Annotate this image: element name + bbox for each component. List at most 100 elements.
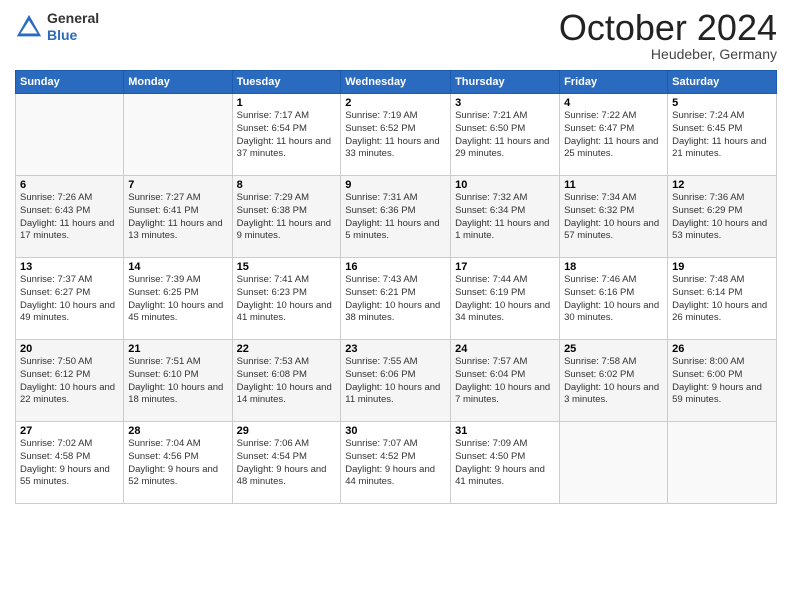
day-info: Sunrise: 7:53 AMSunset: 6:08 PMDaylight:… (237, 356, 337, 407)
day-info: Sunrise: 7:24 AMSunset: 6:45 PMDaylight:… (672, 110, 772, 161)
day-cell: 19Sunrise: 7:48 AMSunset: 6:14 PMDayligh… (668, 258, 777, 340)
logo-icon (15, 13, 43, 41)
day-number: 24 (455, 343, 555, 355)
logo-text: General Blue (47, 10, 99, 44)
day-cell: 16Sunrise: 7:43 AMSunset: 6:21 PMDayligh… (341, 258, 451, 340)
day-number: 1 (237, 97, 337, 109)
day-cell: 28Sunrise: 7:04 AMSunset: 4:56 PMDayligh… (124, 422, 232, 504)
day-info: Sunrise: 7:09 AMSunset: 4:50 PMDaylight:… (455, 438, 555, 489)
day-number: 18 (564, 261, 663, 273)
day-number: 20 (20, 343, 119, 355)
week-row-3: 13Sunrise: 7:37 AMSunset: 6:27 PMDayligh… (16, 258, 777, 340)
day-info: Sunrise: 7:17 AMSunset: 6:54 PMDaylight:… (237, 110, 337, 161)
day-info: Sunrise: 7:04 AMSunset: 4:56 PMDaylight:… (128, 438, 227, 489)
day-info: Sunrise: 7:58 AMSunset: 6:02 PMDaylight:… (564, 356, 663, 407)
day-cell: 22Sunrise: 7:53 AMSunset: 6:08 PMDayligh… (232, 340, 341, 422)
location: Heudeber, Germany (559, 46, 777, 62)
day-number: 12 (672, 179, 772, 191)
day-info: Sunrise: 7:41 AMSunset: 6:23 PMDaylight:… (237, 274, 337, 325)
day-number: 26 (672, 343, 772, 355)
week-row-2: 6Sunrise: 7:26 AMSunset: 6:43 PMDaylight… (16, 176, 777, 258)
day-cell: 21Sunrise: 7:51 AMSunset: 6:10 PMDayligh… (124, 340, 232, 422)
header: General Blue October 2024 Heudeber, Germ… (15, 10, 777, 62)
day-info: Sunrise: 7:39 AMSunset: 6:25 PMDaylight:… (128, 274, 227, 325)
day-cell: 5Sunrise: 7:24 AMSunset: 6:45 PMDaylight… (668, 94, 777, 176)
day-number: 14 (128, 261, 227, 273)
day-cell (124, 94, 232, 176)
day-info: Sunrise: 7:50 AMSunset: 6:12 PMDaylight:… (20, 356, 119, 407)
day-cell: 27Sunrise: 7:02 AMSunset: 4:58 PMDayligh… (16, 422, 124, 504)
day-info: Sunrise: 7:44 AMSunset: 6:19 PMDaylight:… (455, 274, 555, 325)
day-cell: 4Sunrise: 7:22 AMSunset: 6:47 PMDaylight… (560, 94, 668, 176)
day-number: 25 (564, 343, 663, 355)
calendar-page: General Blue October 2024 Heudeber, Germ… (0, 0, 792, 612)
day-number: 8 (237, 179, 337, 191)
day-cell: 29Sunrise: 7:06 AMSunset: 4:54 PMDayligh… (232, 422, 341, 504)
day-number: 19 (672, 261, 772, 273)
day-info: Sunrise: 7:29 AMSunset: 6:38 PMDaylight:… (237, 192, 337, 243)
day-cell: 12Sunrise: 7:36 AMSunset: 6:29 PMDayligh… (668, 176, 777, 258)
day-info: Sunrise: 7:36 AMSunset: 6:29 PMDaylight:… (672, 192, 772, 243)
weekday-header-tuesday: Tuesday (232, 71, 341, 94)
day-cell: 3Sunrise: 7:21 AMSunset: 6:50 PMDaylight… (451, 94, 560, 176)
day-cell: 18Sunrise: 7:46 AMSunset: 6:16 PMDayligh… (560, 258, 668, 340)
day-number: 29 (237, 425, 337, 437)
day-number: 17 (455, 261, 555, 273)
day-cell: 13Sunrise: 7:37 AMSunset: 6:27 PMDayligh… (16, 258, 124, 340)
day-info: Sunrise: 7:07 AMSunset: 4:52 PMDaylight:… (345, 438, 446, 489)
day-number: 28 (128, 425, 227, 437)
day-cell: 25Sunrise: 7:58 AMSunset: 6:02 PMDayligh… (560, 340, 668, 422)
day-number: 22 (237, 343, 337, 355)
calendar-table: SundayMondayTuesdayWednesdayThursdayFrid… (15, 70, 777, 504)
day-number: 10 (455, 179, 555, 191)
day-number: 31 (455, 425, 555, 437)
day-cell: 9Sunrise: 7:31 AMSunset: 6:36 PMDaylight… (341, 176, 451, 258)
weekday-header-sunday: Sunday (16, 71, 124, 94)
day-info: Sunrise: 7:43 AMSunset: 6:21 PMDaylight:… (345, 274, 446, 325)
day-cell: 26Sunrise: 8:00 AMSunset: 6:00 PMDayligh… (668, 340, 777, 422)
day-number: 11 (564, 179, 663, 191)
day-info: Sunrise: 7:51 AMSunset: 6:10 PMDaylight:… (128, 356, 227, 407)
day-number: 2 (345, 97, 446, 109)
day-cell: 11Sunrise: 7:34 AMSunset: 6:32 PMDayligh… (560, 176, 668, 258)
day-cell: 1Sunrise: 7:17 AMSunset: 6:54 PMDaylight… (232, 94, 341, 176)
day-number: 5 (672, 97, 772, 109)
day-info: Sunrise: 7:34 AMSunset: 6:32 PMDaylight:… (564, 192, 663, 243)
day-info: Sunrise: 7:55 AMSunset: 6:06 PMDaylight:… (345, 356, 446, 407)
day-cell (668, 422, 777, 504)
day-info: Sunrise: 8:00 AMSunset: 6:00 PMDaylight:… (672, 356, 772, 407)
day-info: Sunrise: 7:57 AMSunset: 6:04 PMDaylight:… (455, 356, 555, 407)
day-number: 6 (20, 179, 119, 191)
day-cell (560, 422, 668, 504)
weekday-header-row: SundayMondayTuesdayWednesdayThursdayFrid… (16, 71, 777, 94)
day-info: Sunrise: 7:32 AMSunset: 6:34 PMDaylight:… (455, 192, 555, 243)
day-info: Sunrise: 7:06 AMSunset: 4:54 PMDaylight:… (237, 438, 337, 489)
weekday-header-friday: Friday (560, 71, 668, 94)
day-number: 13 (20, 261, 119, 273)
day-info: Sunrise: 7:27 AMSunset: 6:41 PMDaylight:… (128, 192, 227, 243)
day-cell: 8Sunrise: 7:29 AMSunset: 6:38 PMDaylight… (232, 176, 341, 258)
weekday-header-monday: Monday (124, 71, 232, 94)
logo-blue: Blue (47, 27, 77, 43)
day-info: Sunrise: 7:31 AMSunset: 6:36 PMDaylight:… (345, 192, 446, 243)
weekday-header-saturday: Saturday (668, 71, 777, 94)
day-number: 7 (128, 179, 227, 191)
day-cell: 20Sunrise: 7:50 AMSunset: 6:12 PMDayligh… (16, 340, 124, 422)
day-cell: 2Sunrise: 7:19 AMSunset: 6:52 PMDaylight… (341, 94, 451, 176)
day-cell: 14Sunrise: 7:39 AMSunset: 6:25 PMDayligh… (124, 258, 232, 340)
week-row-1: 1Sunrise: 7:17 AMSunset: 6:54 PMDaylight… (16, 94, 777, 176)
day-number: 4 (564, 97, 663, 109)
day-number: 27 (20, 425, 119, 437)
day-cell: 23Sunrise: 7:55 AMSunset: 6:06 PMDayligh… (341, 340, 451, 422)
day-number: 23 (345, 343, 446, 355)
title-block: October 2024 Heudeber, Germany (559, 10, 777, 62)
weekday-header-thursday: Thursday (451, 71, 560, 94)
day-cell: 10Sunrise: 7:32 AMSunset: 6:34 PMDayligh… (451, 176, 560, 258)
day-cell: 15Sunrise: 7:41 AMSunset: 6:23 PMDayligh… (232, 258, 341, 340)
day-info: Sunrise: 7:21 AMSunset: 6:50 PMDaylight:… (455, 110, 555, 161)
day-info: Sunrise: 7:19 AMSunset: 6:52 PMDaylight:… (345, 110, 446, 161)
day-cell: 30Sunrise: 7:07 AMSunset: 4:52 PMDayligh… (341, 422, 451, 504)
weekday-header-wednesday: Wednesday (341, 71, 451, 94)
day-number: 30 (345, 425, 446, 437)
day-cell: 6Sunrise: 7:26 AMSunset: 6:43 PMDaylight… (16, 176, 124, 258)
